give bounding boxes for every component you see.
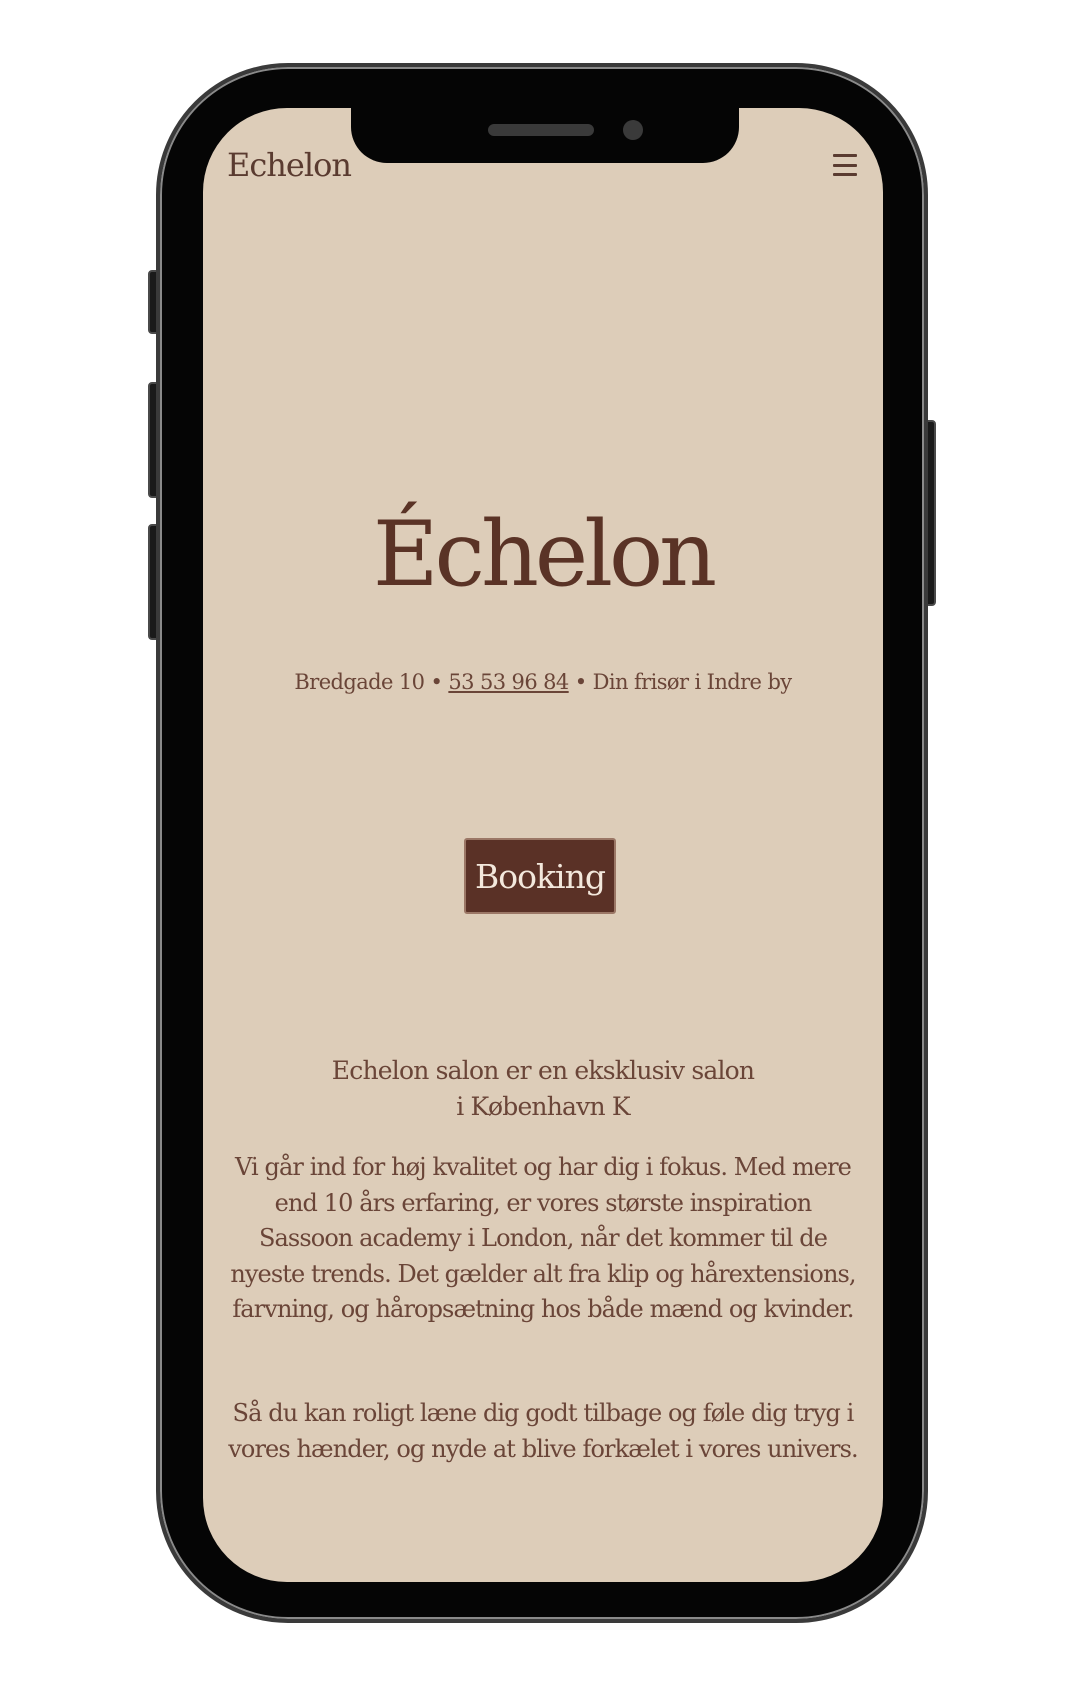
booking-button[interactable]: Booking <box>464 838 616 914</box>
phone-link[interactable]: 53 53 96 84 <box>448 670 569 694</box>
separator: • <box>430 670 443 694</box>
intro-line: i København K <box>456 1092 630 1121</box>
info-line: Bredgade 10 • 53 53 96 84 • Din frisør i… <box>203 670 883 694</box>
tagline-text: Din frisør i Indre by <box>592 670 793 694</box>
speaker-grille <box>488 124 594 136</box>
menu-bar <box>833 163 857 167</box>
hero-title: Échelon <box>372 502 717 607</box>
front-camera <box>623 120 643 140</box>
menu-bar <box>833 173 857 176</box>
address-text: Bredgade 10 <box>294 670 425 694</box>
about-paragraph: Så du kan roligt læne dig godt tilbage o… <box>228 1399 858 1463</box>
hamburger-menu-icon[interactable] <box>833 154 857 176</box>
separator: • <box>574 670 587 694</box>
notch <box>351 108 739 163</box>
about-paragraph: Vi går ind for høj kvalitet og har dig i… <box>230 1153 856 1323</box>
phone-screen: Echelon Échelon Bredgade 10 • 53 53 96 8… <box>203 108 883 1582</box>
page: Echelon Échelon Bredgade 10 • 53 53 96 8… <box>0 0 1080 1686</box>
intro-line: Echelon salon er en eksklusiv salon <box>331 1056 755 1085</box>
intro-heading: Echelon salon er en eksklusiv salon i Kø… <box>203 1053 883 1125</box>
menu-bar <box>833 154 857 157</box>
nav-logo[interactable]: Echelon <box>227 146 352 184</box>
